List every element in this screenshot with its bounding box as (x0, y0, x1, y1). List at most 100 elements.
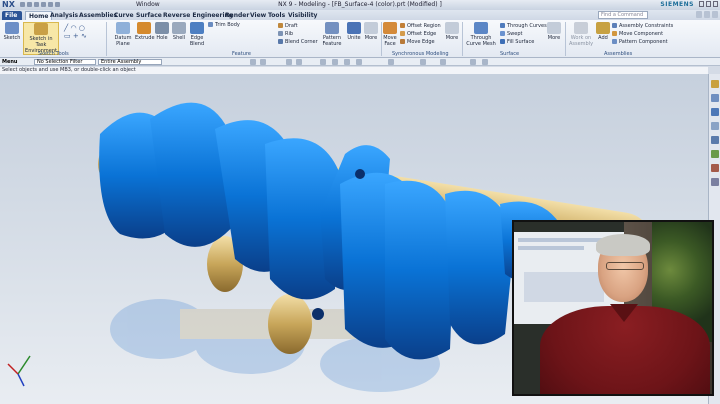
presenter-video (512, 220, 714, 396)
layer-icon[interactable] (388, 59, 394, 65)
selection-filter-dropdown[interactable]: No Selection Filter (34, 59, 96, 65)
web-browser-icon[interactable] (710, 136, 719, 144)
title-bar: NX Window NX 9 - Modeling - [FB_Surface-… (0, 0, 720, 10)
more-icon (445, 22, 459, 34)
point-snap-icon[interactable] (320, 59, 326, 65)
siemens-logo: SIEMENS (660, 1, 694, 8)
line-icon[interactable]: ╱ (64, 24, 68, 32)
zoom-icon[interactable] (482, 59, 488, 65)
pattern-component-button[interactable]: Pattern Component (612, 39, 668, 45)
assembly-constraints-icon (612, 23, 617, 28)
blend-corner-button[interactable]: Blend Corner (278, 39, 318, 45)
help-icons (696, 11, 718, 18)
assembly-navigator-icon[interactable] (710, 80, 719, 88)
sync-more-button[interactable]: More (444, 22, 460, 41)
select-icon[interactable] (260, 59, 266, 65)
hole-button[interactable]: Hole (154, 22, 170, 41)
constraint-navigator-icon[interactable] (710, 94, 719, 102)
system-materials-icon[interactable] (710, 164, 719, 172)
command-search-input[interactable]: Find a Command (598, 11, 648, 19)
point-icon[interactable]: + (73, 32, 79, 40)
surface-group-label: Surface (500, 51, 520, 57)
fit-icon[interactable] (470, 59, 476, 65)
more-icon (547, 22, 561, 34)
offset-edge-icon (400, 31, 405, 36)
sync-group-label: Synchronous Modeling (392, 51, 449, 57)
sketch-icon (5, 22, 19, 34)
help-icon[interactable] (704, 11, 710, 18)
through-curves-button[interactable]: Through Curves (500, 23, 547, 29)
pattern-feature-icon (325, 22, 339, 34)
surface-more-button[interactable]: More (546, 22, 562, 41)
move-face-icon (383, 22, 397, 34)
center-icon[interactable] (356, 59, 362, 65)
swept-button[interactable]: Swept (500, 31, 522, 37)
roles-icon[interactable] (710, 178, 719, 186)
status-line: Select objects and use MB3, or double-cl… (0, 67, 708, 74)
minimize-icon[interactable] (699, 1, 704, 7)
selection-scope-dropdown[interactable]: Entire Assembly (98, 59, 162, 65)
endpoint-icon[interactable] (332, 59, 338, 65)
group-separator (381, 22, 382, 56)
part-navigator-icon[interactable] (710, 108, 719, 116)
datum-plane-icon (116, 22, 130, 34)
reuse-library-icon[interactable] (710, 122, 719, 130)
work-on-assembly-button[interactable]: Work on Assembly (567, 22, 595, 47)
pattern-feature-button[interactable]: Pattern Feature (320, 22, 344, 47)
oil-hole (312, 308, 324, 320)
menu-button[interactable]: Menu (2, 59, 18, 65)
tab-visibility[interactable]: Visibility (285, 11, 320, 20)
arc-icon[interactable]: ◠ (70, 24, 76, 32)
circle-icon[interactable]: ○ (79, 24, 85, 32)
blend-corner-icon (278, 39, 283, 44)
render-style-icon[interactable] (420, 59, 426, 65)
feature-more-button[interactable]: More (363, 22, 379, 41)
offset-edge-button[interactable]: Offset Edge (400, 31, 436, 37)
spline-icon[interactable]: ∿ (81, 32, 87, 40)
orient-view-icon[interactable] (440, 59, 446, 65)
draft-button[interactable]: Draft (278, 23, 298, 29)
edge-blend-icon (190, 22, 204, 34)
trim-body-button[interactable]: Trim Body (208, 22, 240, 28)
add-component-button[interactable]: Add (596, 22, 610, 41)
view-icon[interactable] (296, 59, 302, 65)
nx-modeling-window: NX Window NX 9 - Modeling - [FB_Surface-… (0, 0, 720, 404)
fill-surface-button[interactable]: Fill Surface (500, 39, 534, 45)
through-curve-mesh-icon (474, 22, 488, 34)
offset-region-icon (400, 23, 405, 28)
ribbon-options-icon[interactable] (712, 11, 718, 18)
sketch-button[interactable]: Sketch (3, 22, 21, 41)
selection-bar: Menu No Selection Filter Entire Assembly (0, 58, 720, 66)
offset-region-button[interactable]: Offset Region (400, 23, 441, 29)
counterweight (385, 180, 455, 360)
rib-button[interactable]: Rib (278, 31, 293, 37)
maximize-icon[interactable] (706, 1, 711, 7)
sketch-task-icon (34, 23, 48, 35)
shell-button[interactable]: Shell (171, 22, 187, 41)
home-ribbon: Sketch Sketch in Task Environment ╱ ◠ ○ … (0, 20, 720, 58)
move-edge-button[interactable]: Move Edge (400, 39, 435, 45)
search-icon[interactable] (696, 11, 702, 18)
assembly-constraints-button[interactable]: Assembly Constraints (612, 23, 673, 29)
extrude-button[interactable]: Extrude (135, 22, 155, 41)
close-icon[interactable] (713, 1, 718, 7)
shell-icon (172, 22, 186, 34)
rectangle-icon[interactable]: ▭ (64, 32, 71, 40)
hole-icon (155, 22, 169, 34)
midpoint-icon[interactable] (344, 59, 350, 65)
datum-plane-button[interactable]: Datum Plane (112, 22, 134, 47)
unite-button[interactable]: Unite (346, 22, 362, 41)
edge-blend-button[interactable]: Edge Blend (188, 22, 206, 47)
filter-icon[interactable] (286, 59, 292, 65)
history-icon[interactable] (710, 150, 719, 158)
move-component-button[interactable]: Move Component (612, 31, 663, 37)
through-curves-icon (500, 23, 505, 28)
tab-file[interactable]: File (2, 11, 22, 20)
curve-tools: ╱ ◠ ○ ▭ + ∿ (64, 24, 87, 40)
oil-hole (355, 169, 365, 179)
snap-icon[interactable] (250, 59, 256, 65)
extrude-icon (137, 22, 151, 34)
move-face-button[interactable]: Move Face (383, 22, 397, 47)
presenter-hair (596, 234, 650, 256)
through-curve-mesh-button[interactable]: Through Curve Mesh (464, 22, 498, 47)
